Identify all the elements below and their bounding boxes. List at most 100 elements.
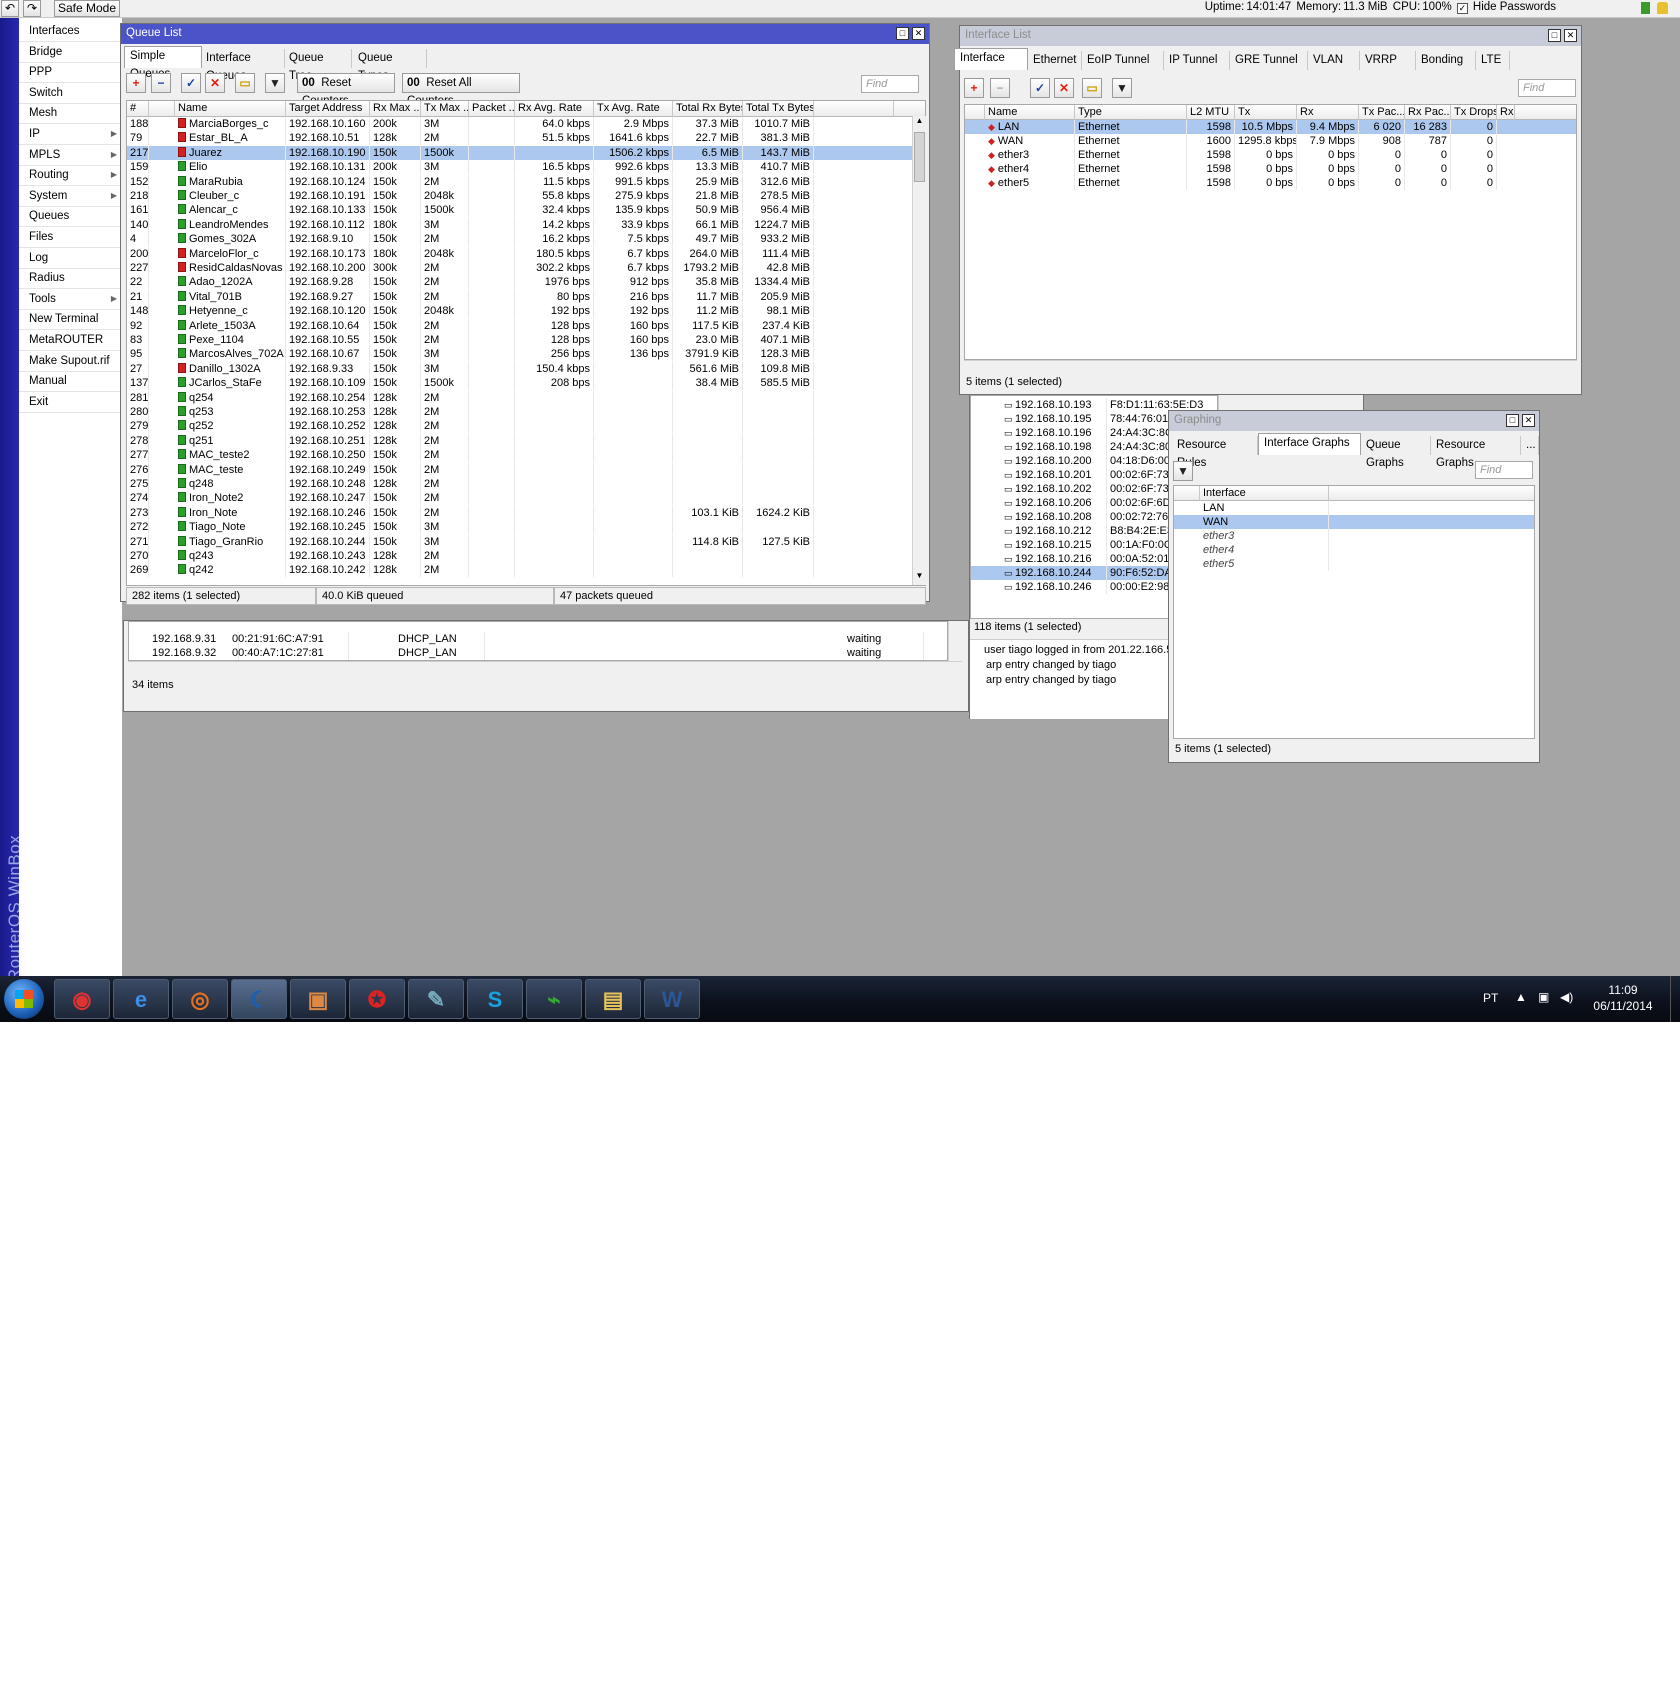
tab-resource-rules[interactable]: Resource Rules [1172, 436, 1258, 469]
dhcp-horizontal-scrollbar[interactable] [128, 661, 962, 675]
graph-row[interactable]: ether3 [1174, 529, 1534, 543]
queue-row[interactable]: 271 Tiago_GranRio 192.168.10.244 150k 3M 114.… [127, 534, 925, 549]
tab-queue-types[interactable]: Queue Types [353, 49, 427, 82]
menu-item-mesh[interactable]: Mesh [19, 102, 123, 125]
tab-interface-graphs[interactable]: Interface Graphs [1258, 433, 1361, 455]
dhcp-vertical-scrollbar[interactable] [948, 621, 962, 661]
queue-row[interactable]: 274 Iron_Note2 192.168.10.247 150k 2M [127, 491, 925, 506]
taskbar-app-button[interactable]: e [113, 979, 169, 1019]
queue-row[interactable]: 273 Iron_Note 192.168.10.246 150k 2M 103.1 Ki… [127, 505, 925, 520]
column-header[interactable]: Packet ... [469, 101, 515, 117]
menu-item-metarouter[interactable]: MetaROUTER [19, 329, 123, 351]
comment-icon[interactable]: ▭ [235, 73, 255, 93]
taskbar-app-button[interactable]: ☾ [231, 979, 287, 1019]
queue-row[interactable]: 275 q248 192.168.10.248 128k 2M [127, 477, 925, 491]
taskbar-clock[interactable]: 11:09 06/11/2014 [1578, 982, 1668, 1014]
column-header[interactable]: Target Address [286, 101, 370, 117]
scroll-down-icon[interactable]: ▼ [913, 571, 926, 585]
queue-row[interactable]: 200 MarceloFlor_c 192.168.10.173 180k 2048k 1… [127, 246, 925, 261]
show-desktop-button[interactable] [1670, 976, 1680, 1022]
interface-row[interactable]: ◆ ether5 Ethernet 1598 0 bps 0 bps 0 0 0 [965, 176, 1576, 190]
maximize-icon[interactable]: □ [1548, 29, 1561, 42]
scroll-thumb[interactable] [914, 132, 925, 182]
tab-vlan[interactable]: VLAN [1308, 51, 1360, 70]
reset-all-counters-button[interactable]: 00 Reset All Counters [402, 73, 520, 107]
queue-row[interactable]: 281 q254 192.168.10.254 128k 2M [127, 390, 925, 405]
menu-item-tools[interactable]: Tools ▶ [19, 288, 123, 310]
menu-item-files[interactable]: Files [19, 226, 123, 248]
column-header[interactable]: Tx Pac... [1359, 105, 1405, 120]
column-header[interactable] [814, 101, 894, 117]
column-header[interactable]: Total Rx Bytes [673, 101, 743, 117]
column-header[interactable]: Tx [1235, 105, 1297, 120]
queue-row[interactable]: 278 q251 192.168.10.251 128k 2M [127, 433, 925, 448]
disable-icon[interactable]: ✕ [1054, 78, 1074, 98]
close-icon[interactable]: ✕ [1564, 29, 1577, 42]
column-header[interactable]: Type [1075, 105, 1187, 120]
queue-row[interactable]: 279 q252 192.168.10.252 128k 2M [127, 419, 925, 434]
dhcp-lease-row[interactable]: 192.168.9.32 00:40:A7:1C:27:81 DHCP_LAN wai… [129, 646, 947, 660]
queue-row[interactable]: 4 Gomes_302A 192.168.9.10 150k 2M 16.2 kbps 7.… [127, 232, 925, 247]
queue-find-input[interactable]: Find [861, 75, 919, 93]
tab-bonding[interactable]: Bonding [1416, 51, 1476, 70]
graph-row[interactable]: ether4 [1174, 543, 1534, 557]
menu-item-system[interactable]: System ▶ [19, 185, 123, 207]
queue-row[interactable]: 27 Danillo_1302A 192.168.9.33 150k 3M 150.4 k… [127, 361, 925, 376]
interface-row[interactable]: ◆ LAN Ethernet 1598 10.5 Mbps 9.4 Mbps 6 020 16… [965, 120, 1576, 134]
taskbar-app-button[interactable]: ⌁ [526, 979, 582, 1019]
menu-item-log[interactable]: Log [19, 247, 123, 269]
column-header[interactable] [149, 101, 175, 117]
menu-item-ppp[interactable]: PPP [19, 61, 123, 84]
tab-gre-tunnel[interactable]: GRE Tunnel [1230, 51, 1308, 70]
filter-icon[interactable]: ▼ [1112, 78, 1132, 98]
remove-icon[interactable]: − [990, 78, 1010, 98]
interface-row[interactable]: ◆ ether3 Ethernet 1598 0 bps 0 bps 0 0 0 [965, 148, 1576, 162]
menu-item-manual[interactable]: Manual [19, 370, 123, 393]
column-header[interactable]: Rx [1297, 105, 1359, 120]
menu-item-routing[interactable]: Routing ▶ [19, 164, 123, 187]
taskbar-app-button[interactable]: S [467, 979, 523, 1019]
column-header[interactable]: Tx Avg. Rate [594, 101, 673, 117]
queue-row[interactable]: 272 Tiago_Note 192.168.10.245 150k 3M [127, 520, 925, 535]
graph-row[interactable]: ether5 [1174, 557, 1534, 571]
scroll-up-icon[interactable]: ▲ [913, 116, 926, 130]
safe-mode-button[interactable]: Safe Mode [54, 0, 120, 17]
queue-row[interactable]: 280 q253 192.168.10.253 128k 2M [127, 405, 925, 419]
start-button[interactable] [4, 979, 44, 1019]
graphing-find-input[interactable]: Find [1475, 461, 1533, 479]
column-header[interactable]: Tx Max ... [421, 101, 469, 117]
column-header[interactable] [1174, 486, 1200, 501]
show-hidden-icons-icon[interactable]: ▲ [1515, 990, 1527, 1004]
queue-row[interactable]: 276 MAC_teste 192.168.10.249 150k 2M [127, 462, 925, 477]
tab-queue-tree[interactable]: Queue Tree [284, 49, 352, 82]
taskbar-app-button[interactable]: ▤ [585, 979, 641, 1019]
tab-interface-queues[interactable]: Interface Queues [201, 49, 285, 82]
tab-resource-graphs[interactable]: Resource Graphs [1431, 436, 1521, 469]
queue-row[interactable]: 217 Juarez 192.168.10.190 150k 1500k 1506.2 k… [127, 145, 925, 161]
remove-icon[interactable]: − [151, 73, 171, 93]
filter-icon[interactable]: ▼ [1173, 461, 1193, 481]
menu-item-radius[interactable]: Radius [19, 267, 123, 290]
menu-item-ip[interactable]: IP ▶ [19, 123, 123, 145]
tab-vrrp[interactable]: VRRP [1360, 51, 1416, 70]
queue-row[interactable]: 95 MarcosAlves_702A 192.168.10.67 150k 3M 256… [127, 347, 925, 362]
menu-item-make-supout-rif[interactable]: Make Supout.rif [19, 350, 123, 372]
queue-row[interactable]: 79 Estar_BL_A 192.168.10.51 128k 2M 51.5 kbps… [127, 131, 925, 146]
network-tray-icon[interactable]: ▣ [1538, 990, 1549, 1004]
tab-simple-queues[interactable]: Simple Queues [124, 46, 202, 80]
column-header[interactable] [965, 105, 985, 120]
comment-icon[interactable]: ▭ [1082, 78, 1102, 98]
tab-interface[interactable]: Interface [954, 48, 1028, 70]
add-icon[interactable]: + [126, 73, 146, 93]
taskbar-app-button[interactable]: ✪ [349, 979, 405, 1019]
queue-row[interactable]: 218 Cleuber_c 192.168.10.191 150k 2048k 55.8 … [127, 189, 925, 203]
menu-item-bridge[interactable]: Bridge [19, 41, 123, 63]
queue-row[interactable]: 148 Hetyenne_c 192.168.10.120 150k 2048k 192 … [127, 304, 925, 319]
menu-item-exit[interactable]: Exit [19, 391, 123, 413]
queue-row[interactable]: 269 q242 192.168.10.242 128k 2M [127, 563, 925, 578]
enable-icon[interactable]: ✓ [181, 73, 201, 93]
redo-button[interactable]: ↷ [23, 0, 41, 17]
maximize-icon[interactable]: □ [1506, 414, 1519, 427]
dhcp-lease-row[interactable]: 192.168.9.31 00:21:91:6C:A7:91 DHCP_LAN wai… [129, 632, 947, 646]
queue-list-titlebar[interactable]: Queue List □ ✕ [121, 24, 929, 44]
